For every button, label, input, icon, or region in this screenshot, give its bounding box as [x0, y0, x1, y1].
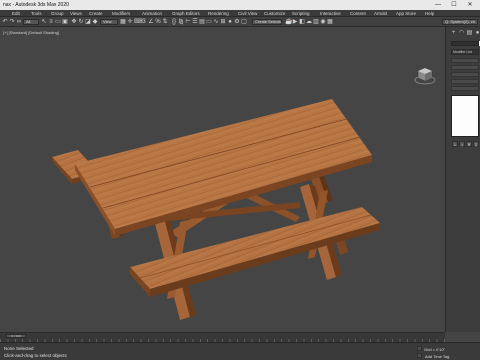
window-title: nax - Autodesk 3ds Max 2020 — [3, 2, 69, 8]
modifier-button-1[interactable] — [451, 58, 479, 63]
maximize-button[interactable]: ☐ — [448, 1, 460, 9]
window-crossing-icon[interactable]: ▣ — [62, 19, 68, 25]
modifier-button-3[interactable] — [451, 72, 479, 77]
layer-explorer-icon[interactable]: ▤ — [199, 19, 205, 25]
toggle-ribbon-icon[interactable]: ▭ — [206, 19, 212, 25]
menu-create[interactable]: Create — [89, 11, 103, 16]
create-tab-icon[interactable]: + — [450, 30, 457, 37]
link-icon[interactable]: ∞ — [16, 19, 22, 25]
selection-status: None Selected — [4, 346, 34, 351]
title-bar: nax - Autodesk 3ds Max 2020 — ☐ ✕ — [0, 0, 480, 10]
render-setup-icon[interactable]: ⚙ — [234, 19, 240, 25]
viewport-layout-icon[interactable]: ▦ — [327, 19, 333, 25]
modifier-button-5[interactable] — [451, 86, 479, 91]
command-panel: + ◠ ▤ ● Modifier List ⊥ | ∀ ▯ — [445, 27, 480, 332]
rectangular-selection-icon[interactable]: ▭ — [55, 19, 61, 25]
add-time-tag-button[interactable]: Add Time Tag — [425, 354, 449, 359]
menu-interactive[interactable]: Interactive — [320, 11, 341, 16]
timeline[interactable]: 0 / 100 — [0, 332, 445, 343]
menu-rendering[interactable]: Rendering — [208, 11, 229, 16]
curve-editor-icon[interactable]: ∿ — [213, 19, 219, 25]
mirror-icon[interactable]: ⧎ — [178, 19, 184, 25]
align-icon[interactable]: ⊢ — [185, 19, 191, 25]
activeshade-icon[interactable]: ◧ — [299, 19, 305, 25]
menu-app-store[interactable]: App Store — [396, 11, 416, 16]
remove-modifier-icon[interactable]: ▯ — [473, 141, 479, 147]
object-name-field[interactable] — [451, 41, 479, 46]
prompt-line: Click-and-drag to select objects — [4, 353, 67, 358]
edit-named-selection-icon[interactable]: {} — [171, 19, 177, 25]
status-bar: None Selected Click-and-drag to select o… — [0, 342, 480, 360]
a360-gallery-icon[interactable]: ▥ — [313, 19, 319, 25]
modifier-button-2[interactable] — [451, 65, 479, 70]
select-and-move-icon[interactable]: ✥ — [71, 19, 77, 25]
close-button[interactable]: ✕ — [464, 1, 476, 9]
menu-arnold[interactable]: Arnold — [374, 11, 387, 16]
isolate-selection-icon[interactable] — [417, 346, 422, 351]
menu-graph-editors[interactable]: Graph Editors — [172, 11, 200, 16]
menu-views[interactable]: Views — [70, 11, 82, 16]
pin-stack-icon[interactable]: ⊥ — [452, 141, 458, 147]
perspective-viewport[interactable]: [+] [Standard] [Default Shading] — [0, 27, 445, 332]
menu-animation[interactable]: Animation — [142, 11, 162, 16]
minimize-button[interactable]: — — [432, 1, 444, 9]
menu-civil-view[interactable]: Civil View — [238, 11, 257, 16]
select-and-manipulate-icon[interactable]: ✛ — [127, 19, 133, 25]
toggle-scene-explorer-icon[interactable]: ☰ — [192, 19, 198, 25]
menu-tools[interactable]: Tools — [31, 11, 42, 16]
menu-content[interactable]: Content — [350, 11, 366, 16]
schematic-view-icon[interactable]: ⊞ — [220, 19, 226, 25]
rendered-frame-window-icon[interactable]: ▢ — [241, 19, 247, 25]
select-and-rotate-icon[interactable]: ↻ — [78, 19, 84, 25]
reference-coordinate-dropdown[interactable]: View — [100, 19, 118, 25]
menu-scripting[interactable]: Scripting — [292, 11, 310, 16]
workspaces-dropdown[interactable]: Q: System(2): ch — [442, 19, 478, 25]
menu-bar: Edit Tools Group Views Create Modifiers … — [0, 10, 480, 17]
menu-modifiers[interactable]: Modifiers — [112, 11, 130, 16]
render-iterative-icon[interactable]: ▶ — [292, 19, 298, 25]
main-toolbar: ↶ ↷ ∞ All ↖ ≡ ▭ ▣ ✥ ↻ ◪ ◆ View ▦ ✛ ⌨ 3 ∠… — [0, 17, 480, 27]
undo-icon[interactable]: ↶ — [2, 19, 8, 25]
render-in-cloud-icon[interactable]: ☁ — [306, 19, 312, 25]
time-tag-icon[interactable] — [417, 353, 422, 358]
angle-snap-icon[interactable]: ∠ — [148, 19, 154, 25]
material-editor-icon[interactable]: ● — [227, 19, 233, 25]
spinner-snap-icon[interactable]: ⇅ — [162, 19, 168, 25]
named-selection-set-dropdown[interactable]: Create Selection Se — [252, 19, 282, 25]
menu-help[interactable]: Help — [425, 11, 434, 16]
snaps-toggle-icon[interactable]: 3 — [141, 19, 147, 25]
modifier-list-dropdown[interactable]: Modifier List — [451, 49, 479, 55]
modify-tab-icon[interactable]: ◠ — [458, 30, 465, 37]
hierarchy-tab-icon[interactable]: ▤ — [466, 30, 473, 37]
open-autodesk-icon[interactable]: ◉ — [320, 19, 326, 25]
make-unique-icon[interactable]: ∀ — [466, 141, 472, 147]
keyboard-shortcut-icon[interactable]: ⌨ — [134, 19, 143, 25]
modifier-stack[interactable] — [451, 95, 479, 137]
picnic-table-model[interactable] — [0, 27, 445, 332]
menu-customize[interactable]: Customize — [264, 11, 285, 16]
percent-snap-icon[interactable]: % — [155, 19, 161, 25]
selection-filter-dropdown[interactable]: All — [23, 19, 39, 25]
grid-readout: Grid = 0'10" — [424, 347, 445, 352]
menu-edit[interactable]: Edit — [12, 11, 20, 16]
motion-tab-icon[interactable]: ● — [474, 30, 480, 37]
menu-group[interactable]: Group — [51, 11, 64, 16]
select-and-scale-icon[interactable]: ◪ — [85, 19, 91, 25]
place-icon[interactable]: ◆ — [92, 19, 98, 25]
select-by-name-icon[interactable]: ≡ — [48, 19, 54, 25]
modifier-button-4[interactable] — [451, 79, 479, 84]
render-production-icon[interactable]: ☕ — [285, 19, 292, 25]
show-end-result-icon[interactable]: | — [459, 141, 465, 147]
pivot-center-icon[interactable]: ▦ — [120, 19, 126, 25]
time-slider[interactable]: 0 / 100 — [6, 334, 26, 338]
select-object-icon[interactable]: ↖ — [41, 19, 47, 25]
redo-icon[interactable]: ↷ — [9, 19, 15, 25]
